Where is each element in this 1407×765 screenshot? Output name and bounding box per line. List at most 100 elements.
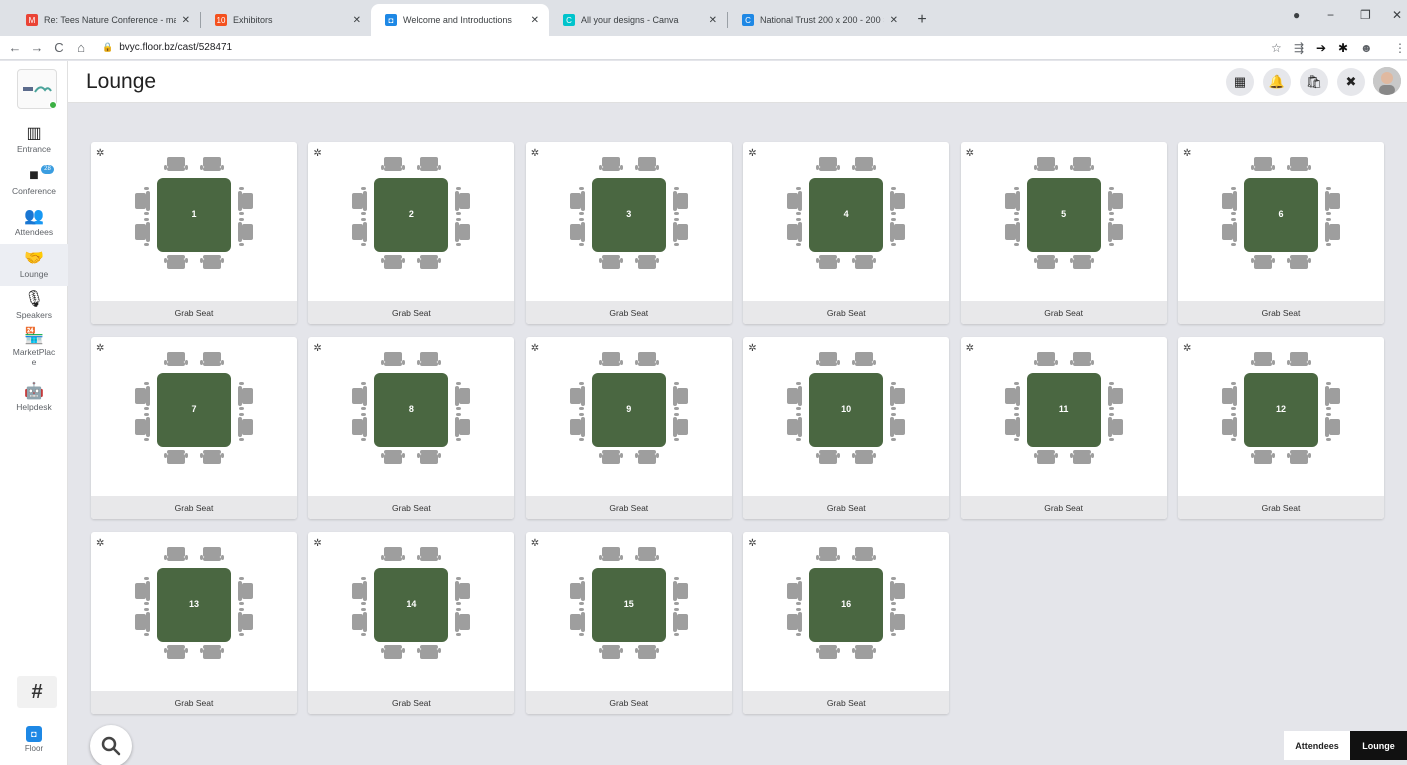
puzzle-icon[interactable]: ✱ xyxy=(1338,41,1348,55)
hashtag-button[interactable]: # xyxy=(17,676,57,708)
gmail-icon: M xyxy=(26,14,38,26)
gear-icon[interactable]: ✲ xyxy=(966,343,974,354)
gear-icon[interactable]: ✲ xyxy=(96,148,104,159)
extension-icon[interactable]: ⇶ xyxy=(1294,41,1304,55)
gear-icon[interactable]: ✲ xyxy=(313,148,321,159)
grab-seat-button[interactable]: Grab Seat xyxy=(743,301,950,324)
lounge-table-card[interactable]: ✲ 8 Grab Seat xyxy=(308,337,515,519)
gear-icon[interactable]: ✲ xyxy=(748,343,756,354)
close-window-icon[interactable]: ✕ xyxy=(1392,8,1402,22)
close-tab-icon[interactable]: ✕ xyxy=(709,15,717,26)
gear-icon[interactable]: ✲ xyxy=(531,148,539,159)
grab-seat-button[interactable]: Grab Seat xyxy=(525,691,732,714)
sidebar-item-marketplace[interactable]: 🏪 MarketPlac e xyxy=(0,327,68,369)
gear-icon[interactable]: ✲ xyxy=(96,538,104,549)
reload-icon[interactable]: C xyxy=(48,40,70,55)
lounge-table-card[interactable]: ✲ 2 Grab Seat xyxy=(308,142,515,324)
menu-icon[interactable]: ⋮ xyxy=(1394,41,1406,55)
grab-seat-button[interactable]: Grab Seat xyxy=(960,496,1167,519)
grab-seat-button[interactable]: Grab Seat xyxy=(91,691,297,714)
browser-tab[interactable]: M Re: Tees Nature Conference - ma ✕ xyxy=(12,4,200,36)
gear-icon[interactable]: ✲ xyxy=(531,538,539,549)
browser-tab[interactable]: C All your designs - Canva ✕ xyxy=(549,4,727,36)
lounge-table-card[interactable]: ✲ 12 Grab Seat xyxy=(1178,337,1384,519)
forward-icon[interactable]: → xyxy=(26,40,48,55)
star-icon[interactable]: ☆ xyxy=(1271,41,1282,55)
arrow-extension-icon[interactable]: ➔ xyxy=(1316,41,1326,55)
online-status-dot xyxy=(49,101,57,109)
back-icon[interactable]: ← xyxy=(4,40,26,55)
browser-tab[interactable]: ◘ Welcome and Introductions ✕ xyxy=(371,4,549,36)
close-tab-icon[interactable]: ✕ xyxy=(182,15,190,26)
lounge-table-card[interactable]: ✲ 3 Grab Seat xyxy=(525,142,732,324)
sidebar-item-conference[interactable]: ■ 28 Conference xyxy=(0,161,68,203)
grab-seat-button[interactable]: Grab Seat xyxy=(1178,301,1384,324)
gear-icon[interactable]: ✲ xyxy=(966,148,974,159)
shopping-bag-icon[interactable]: 🛍 xyxy=(1300,68,1328,96)
gear-icon[interactable]: ✲ xyxy=(96,343,104,354)
lounge-table-card[interactable]: ✲ 6 Grab Seat xyxy=(1178,142,1384,324)
grab-seat-button[interactable]: Grab Seat xyxy=(1178,496,1384,519)
sidebar-item-label: Helpdesk xyxy=(16,402,52,412)
sidebar-item-speakers[interactable]: 🎙 Speakers xyxy=(0,285,68,327)
grab-seat-button[interactable]: Grab Seat xyxy=(91,301,297,324)
lounge-table-card[interactable]: ✲ 5 Grab Seat xyxy=(960,142,1167,324)
apps-grid-icon[interactable]: ▦ xyxy=(1226,68,1254,96)
event-logo[interactable] xyxy=(17,69,57,109)
gear-icon[interactable]: ✲ xyxy=(313,538,321,549)
grab-seat-button[interactable]: Grab Seat xyxy=(91,496,297,519)
close-tab-icon[interactable]: ✕ xyxy=(353,15,361,26)
profile-icon[interactable]: ● xyxy=(1293,8,1300,22)
grab-seat-button[interactable]: Grab Seat xyxy=(743,496,950,519)
grab-seat-button[interactable]: Grab Seat xyxy=(308,691,515,714)
gear-icon[interactable]: ✲ xyxy=(313,343,321,354)
grab-seat-button[interactable]: Grab Seat xyxy=(525,301,732,324)
profile-avatar-icon[interactable]: ☻ xyxy=(1360,41,1373,55)
home-icon[interactable]: ⌂ xyxy=(70,40,92,55)
close-tab-icon[interactable]: ✕ xyxy=(890,15,898,26)
grab-seat-button[interactable]: Grab Seat xyxy=(308,301,515,324)
canva-icon: C xyxy=(742,14,754,26)
new-tab-button[interactable]: + xyxy=(908,4,936,36)
sidebar-item-lounge[interactable]: 🤝 Lounge xyxy=(0,244,68,286)
lounge-table-card[interactable]: ✲ 11 Grab Seat xyxy=(960,337,1167,519)
lounge-table-card[interactable]: ✲ 13 Grab Seat xyxy=(91,532,297,714)
search-button[interactable] xyxy=(90,725,132,765)
lounge-toggle[interactable]: Lounge xyxy=(1350,731,1407,760)
gear-icon[interactable]: ✲ xyxy=(531,343,539,354)
grab-seat-button[interactable]: Grab Seat xyxy=(960,301,1167,324)
canva-icon: C xyxy=(563,14,575,26)
sidebar-item-attendees[interactable]: 👥 Attendees xyxy=(0,202,68,244)
grab-seat-button[interactable]: Grab Seat xyxy=(525,496,732,519)
minimize-icon[interactable]: − xyxy=(1327,8,1334,22)
browser-tab[interactable]: 10 Exhibitors ✕ xyxy=(201,4,371,36)
lounge-table-card[interactable]: ✲ 16 Grab Seat xyxy=(743,532,950,714)
gear-icon[interactable]: ✲ xyxy=(1183,148,1191,159)
lounge-table-card[interactable]: ✲ 9 Grab Seat xyxy=(525,337,732,519)
lounge-table-card[interactable]: ✲ 15 Grab Seat xyxy=(525,532,732,714)
browser-tab[interactable]: C National Trust 200 x 200 - 200 × ✕ xyxy=(728,4,908,36)
notifications-bell-icon[interactable]: 🔔 xyxy=(1263,68,1291,96)
lounge-table-card[interactable]: ✲ 14 Grab Seat xyxy=(308,532,515,714)
sidebar-item-entrance[interactable]: ▥ Entrance xyxy=(0,119,68,161)
floor-label: Floor xyxy=(24,744,44,753)
tools-icon[interactable]: ✖ xyxy=(1337,68,1365,96)
attendees-toggle[interactable]: Attendees xyxy=(1284,731,1350,760)
close-tab-icon[interactable]: ✕ xyxy=(531,15,539,26)
gear-icon[interactable]: ✲ xyxy=(1183,343,1191,354)
grab-seat-button[interactable]: Grab Seat xyxy=(743,691,950,714)
table-number: 14 xyxy=(406,599,417,609)
maximize-icon[interactable]: ❐ xyxy=(1360,8,1371,22)
table-number: 6 xyxy=(1278,209,1284,219)
lounge-table-card[interactable]: ✲ 7 Grab Seat xyxy=(91,337,297,519)
lounge-table-card[interactable]: ✲ 10 Grab Seat xyxy=(743,337,950,519)
lounge-table-card[interactable]: ✲ 4 Grab Seat xyxy=(743,142,950,324)
grab-seat-button[interactable]: Grab Seat xyxy=(308,496,515,519)
gear-icon[interactable]: ✲ xyxy=(748,538,756,549)
lounge-table-card[interactable]: ✲ 1 Grab Seat xyxy=(91,142,297,324)
sidebar-item-helpdesk[interactable]: 🤖 Helpdesk xyxy=(0,377,68,419)
gear-icon[interactable]: ✲ xyxy=(748,148,756,159)
url-field[interactable]: 🔒 bvyc.floor.bz/cast/528471 xyxy=(102,42,232,53)
floor-logo[interactable]: ◘ Floor xyxy=(0,726,68,753)
user-avatar[interactable] xyxy=(1373,67,1401,95)
